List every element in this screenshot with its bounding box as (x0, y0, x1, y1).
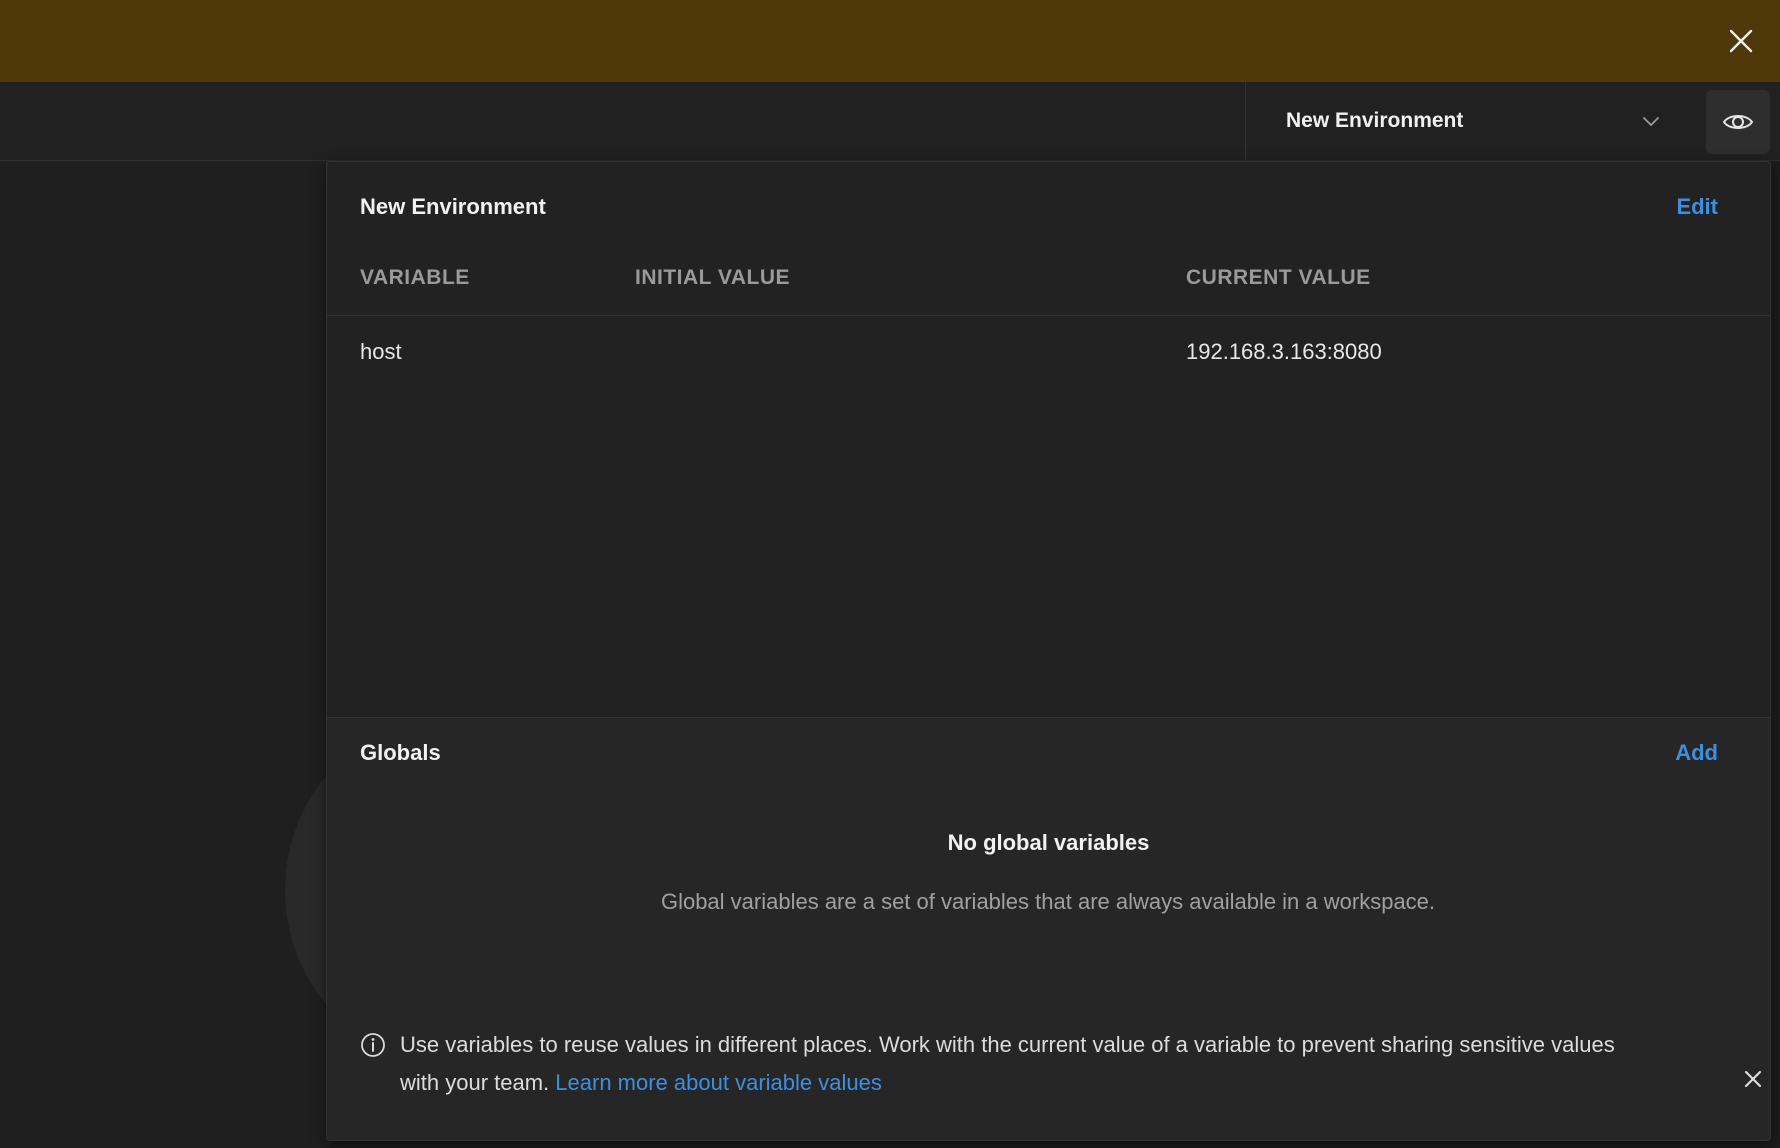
close-icon[interactable] (1740, 1066, 1766, 1092)
close-icon[interactable] (1724, 24, 1758, 58)
column-header-current-value: CURRENT VALUE (1186, 266, 1371, 289)
environment-quick-look-button[interactable] (1706, 90, 1770, 154)
environment-selector-label: New Environment (1286, 109, 1464, 132)
environment-section: New Environment Edit VARIABLE INITIAL VA… (327, 162, 1770, 718)
main-content-background (0, 161, 330, 1148)
variable-name-cell: host (360, 339, 402, 364)
empty-state-title: No global variables (947, 830, 1150, 855)
eye-icon (1722, 115, 1754, 129)
environment-title: New Environment (360, 194, 546, 219)
column-header-initial-value: INITIAL VALUE (635, 266, 791, 289)
current-value-cell: 192.168.3.163:8080 (1186, 339, 1382, 364)
environment-quick-look-panel: New Environment Edit VARIABLE INITIAL VA… (326, 161, 1771, 1141)
workspace-toolbar: New Environment (0, 82, 1780, 161)
empty-state-description: Global variables are a set of variables … (660, 889, 1436, 914)
column-header-variable: VARIABLE (360, 266, 470, 289)
notification-banner (0, 0, 1780, 82)
edit-environment-link[interactable]: Edit (1676, 194, 1718, 220)
globals-title: Globals (360, 740, 441, 765)
add-global-link[interactable]: Add (1675, 740, 1718, 766)
info-icon (361, 1033, 385, 1057)
globals-section: Globals Add No global variables Global v… (327, 718, 1770, 1140)
info-message: Use variables to reuse values in differe… (400, 1026, 1630, 1102)
table-header-divider (327, 315, 1770, 316)
environment-selector[interactable]: New Environment (1245, 82, 1702, 160)
learn-more-link[interactable]: Learn more about variable values (555, 1070, 882, 1095)
chevron-down-icon (1643, 117, 1659, 126)
